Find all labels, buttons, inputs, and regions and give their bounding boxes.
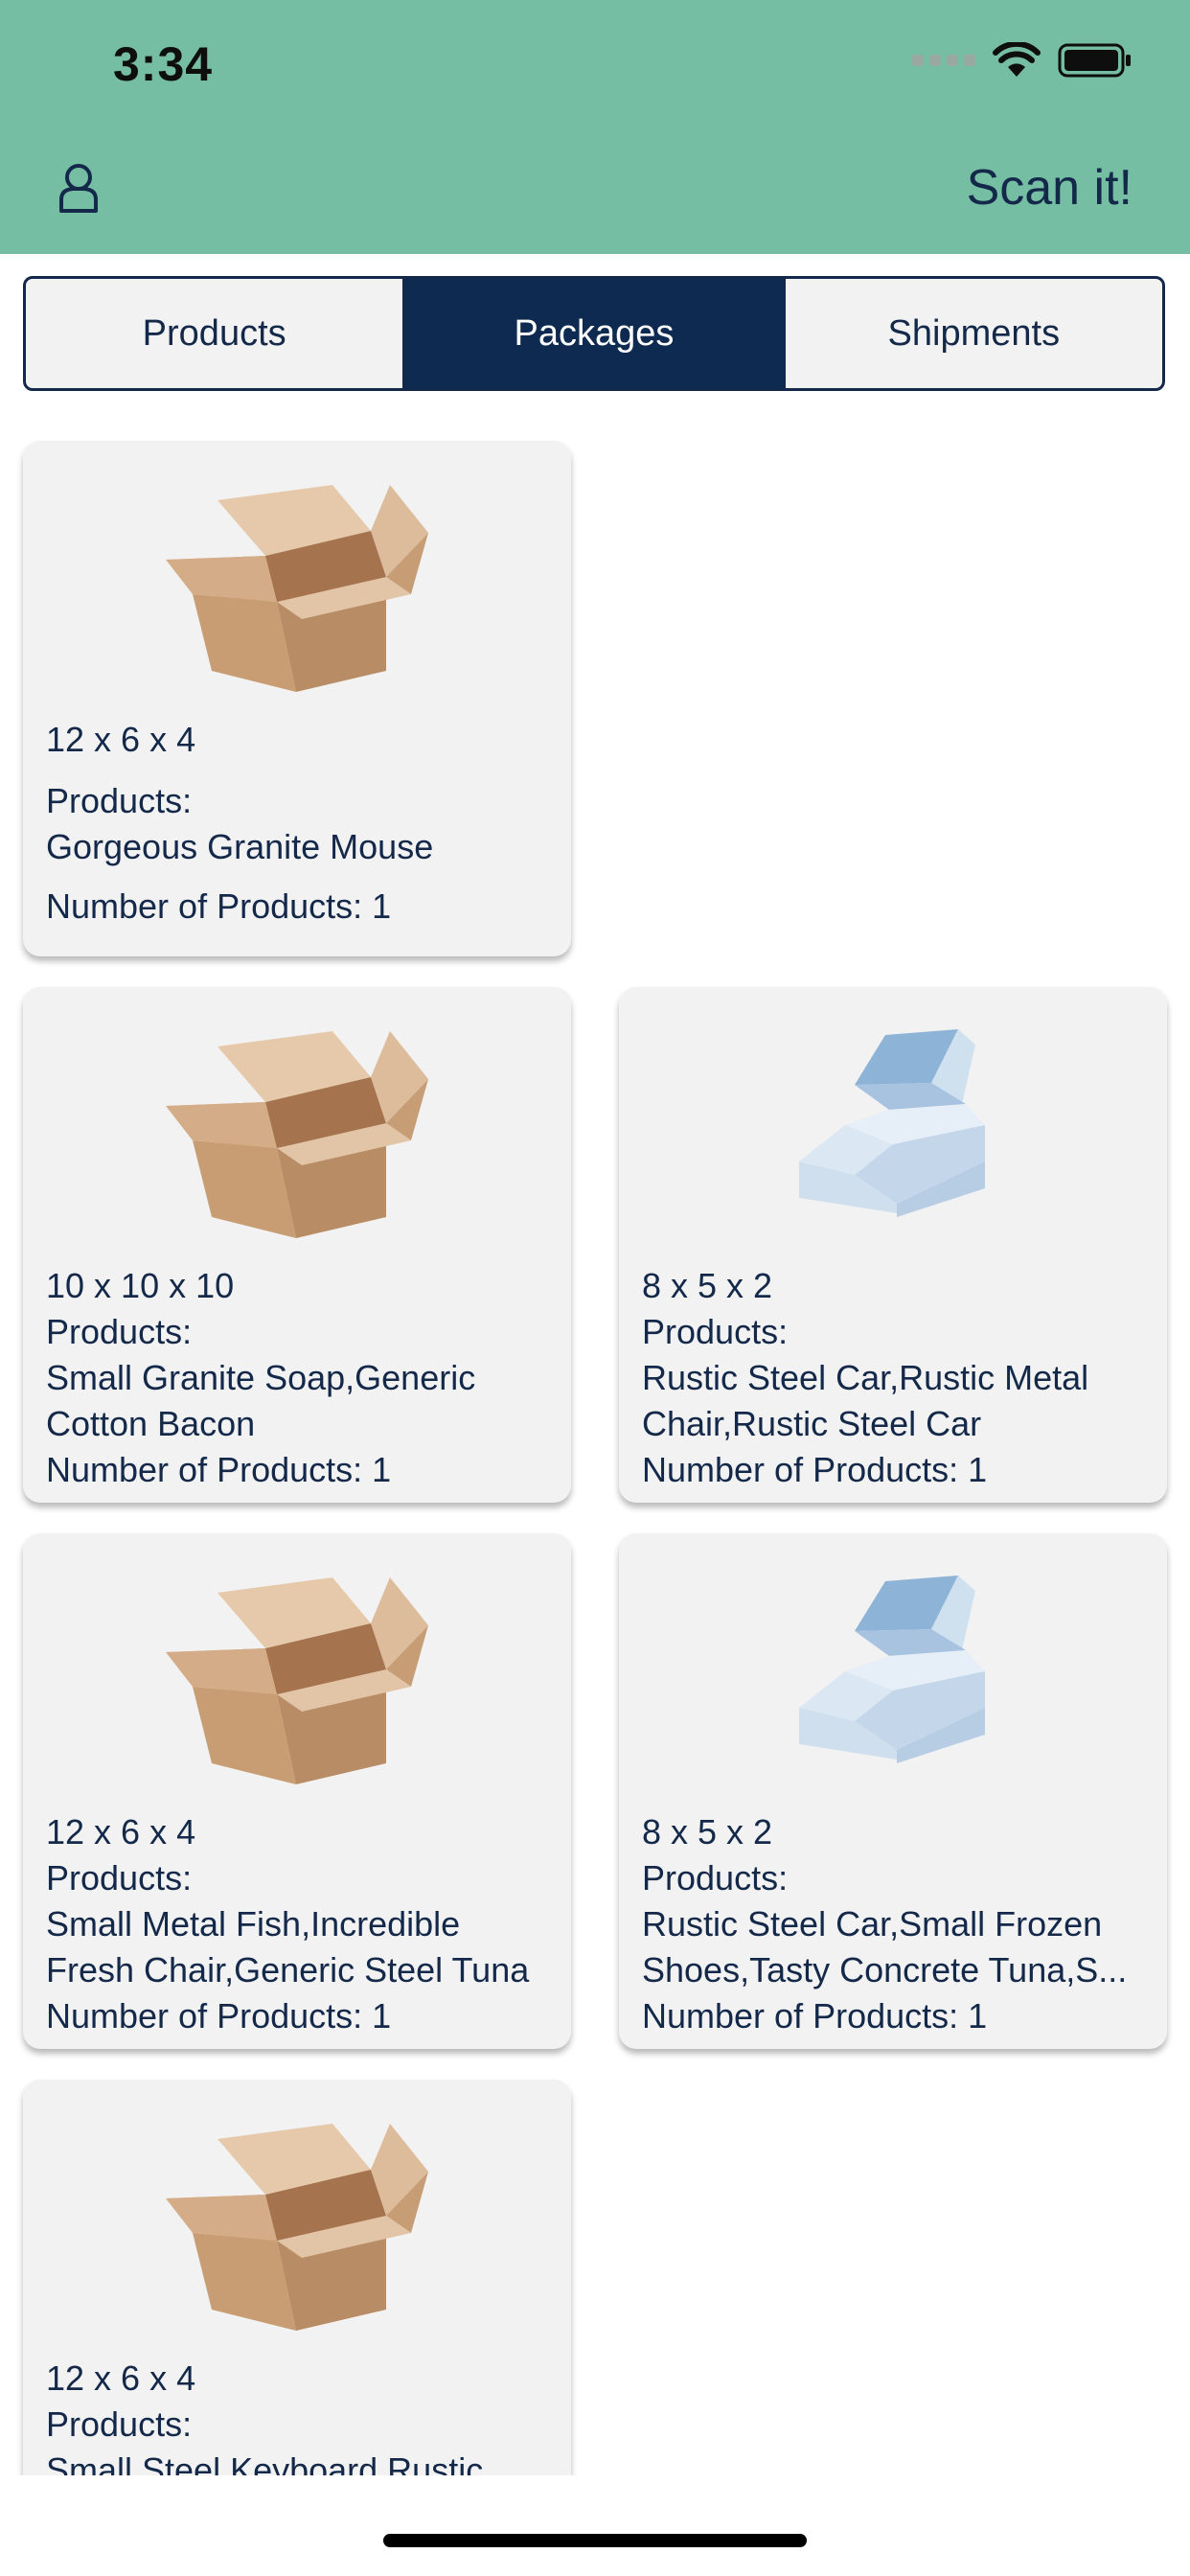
product-names: Small Steel Keyboard,Rustic [46, 2450, 484, 2475]
tab-shipments[interactable]: Shipments [786, 279, 1162, 388]
product-names: Small Metal Fish,Incredible [46, 1904, 461, 1944]
products-label: Products: [46, 1858, 193, 1898]
cardboard-box-icon [166, 2124, 428, 2331]
app-header: 3:34 Scan it! [0, 0, 1190, 254]
package-card[interactable]: 12 x 6 x 4 Products: Gorgeous Granite Mo… [23, 441, 571, 956]
status-time: 3:34 [113, 37, 214, 91]
products-label: Products: [642, 1858, 789, 1898]
package-dimensions: 12 x 6 x 4 [46, 2358, 196, 2398]
product-names: Rustic Steel Car,Small Frozen [642, 1904, 1103, 1944]
product-count: Number of Products: 1 [46, 1996, 392, 2036]
tab-packages[interactable]: Packages [405, 279, 786, 388]
user-icon[interactable] [56, 161, 102, 215]
package-dimensions: 12 x 6 x 4 [46, 1812, 196, 1852]
package-card[interactable]: 8 x 5 x 2 Products: Rustic Steel Car,Rus… [619, 987, 1167, 1503]
mailer-box-icon [799, 1576, 985, 1763]
products-label: Products: [642, 1312, 789, 1351]
package-grid: 12 x 6 x 4 Products: Gorgeous Granite Mo… [0, 391, 1190, 2475]
products-label: Products: [46, 781, 193, 820]
product-names: Gorgeous Granite Mouse [46, 827, 434, 866]
product-names-cont: Fresh Chair,Generic Steel Tuna [46, 1950, 530, 1990]
product-names-cont: Chair,Rustic Steel Car [642, 1404, 982, 1443]
product-names-cont: Cotton Bacon [46, 1404, 256, 1443]
package-card[interactable]: 12 x 6 x 4 Products: Small Steel Keyboar… [23, 2080, 571, 2475]
product-count: Number of Products: 1 [642, 1450, 988, 1489]
package-card[interactable]: 8 x 5 x 2 Products: Rustic Steel Car,Sma… [619, 1533, 1167, 2049]
cellular-signal-icon [912, 55, 975, 66]
scan-it-button[interactable]: Scan it! [967, 159, 1133, 217]
battery-icon [1058, 43, 1131, 78]
package-card[interactable]: 12 x 6 x 4 Products: Small Metal Fish,In… [23, 1533, 571, 2049]
tab-switcher: Products Packages Shipments [23, 276, 1165, 391]
mailer-box-icon [799, 1029, 985, 1217]
cardboard-box-icon [166, 485, 428, 692]
wifi-icon [993, 42, 1041, 77]
status-icons [912, 42, 1133, 79]
product-names: Small Granite Soap,Generic [46, 1358, 476, 1397]
package-dimensions: 8 x 5 x 2 [642, 1812, 773, 1852]
products-label: Products: [46, 1312, 193, 1351]
package-dimensions: 12 x 6 x 4 [46, 720, 196, 759]
package-dimensions: 8 x 5 x 2 [642, 1266, 773, 1305]
product-names: Rustic Steel Car,Rustic Metal [642, 1358, 1089, 1397]
tab-products[interactable]: Products [26, 279, 406, 388]
home-indicator[interactable] [383, 2534, 807, 2547]
cardboard-box-icon [166, 1577, 428, 1784]
package-card[interactable]: 10 x 10 x 10 Products: Small Granite Soa… [23, 987, 571, 1503]
product-count: Number of Products: 1 [642, 1996, 988, 2036]
product-count: Number of Products: 1 [46, 1450, 392, 1489]
product-names-cont: Shoes,Tasty Concrete Tuna,S... [642, 1950, 1128, 1990]
cardboard-box-icon [166, 1031, 428, 1238]
package-dimensions: 10 x 10 x 10 [46, 1266, 235, 1305]
product-count: Number of Products: 1 [46, 886, 392, 926]
products-label: Products: [46, 2404, 193, 2444]
